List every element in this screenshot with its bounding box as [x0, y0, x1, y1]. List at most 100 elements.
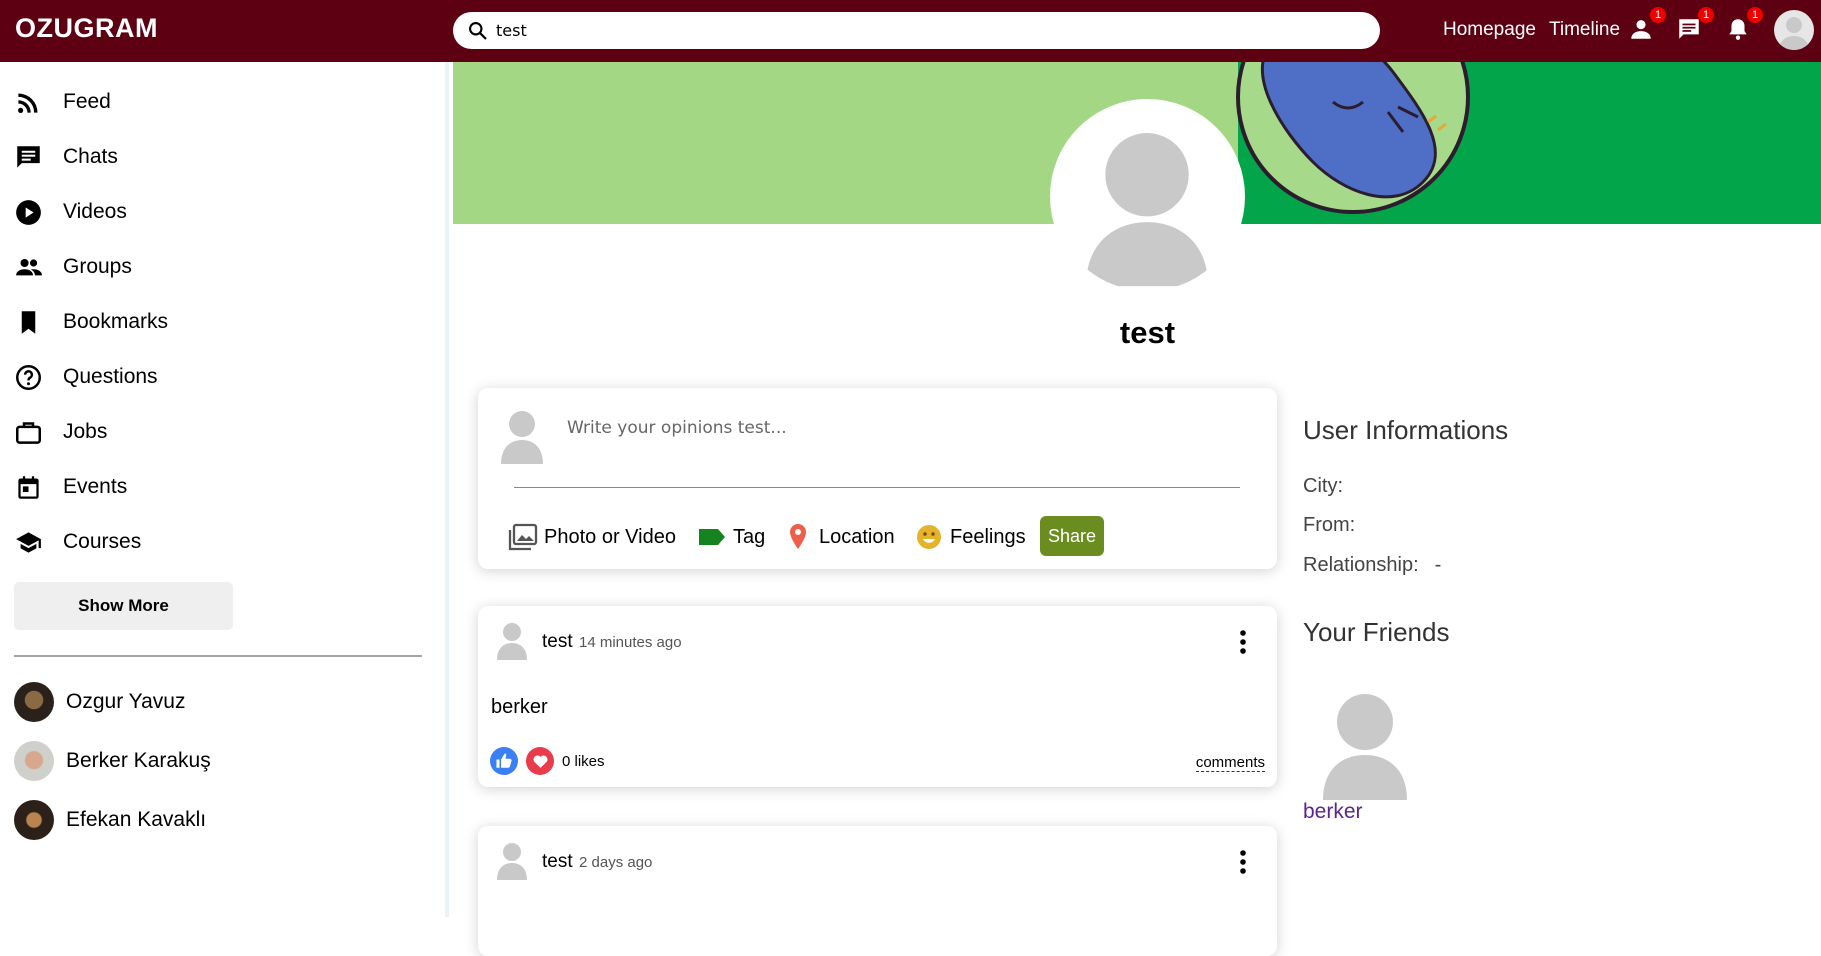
- friend-name: Berker Karakuş: [66, 749, 211, 772]
- comments-link[interactable]: comments: [1195, 754, 1265, 772]
- smiley-icon: [917, 525, 941, 549]
- chat-icon: [1679, 19, 1699, 39]
- friend-name: Efekan Kavaklı: [66, 808, 207, 831]
- relationship-label: Relationship:: [1303, 554, 1419, 576]
- bell-icon: [1729, 19, 1747, 40]
- like-button[interactable]: [490, 747, 518, 775]
- from-label: From:: [1303, 514, 1356, 536]
- sidebar-item-events[interactable]: Events: [14, 472, 127, 502]
- bookmark-icon: [14, 308, 42, 336]
- group-icon: [14, 253, 42, 281]
- app-logo[interactable]: OZUGRAM: [15, 13, 158, 44]
- post-card: test 14 minutes ago berker 0 likes comme…: [478, 606, 1277, 787]
- friend-requests-badge: 1: [1650, 7, 1666, 23]
- messages-badge: 1: [1698, 7, 1714, 23]
- sidebar-item-groups[interactable]: Groups: [14, 252, 132, 282]
- share-button[interactable]: Share: [1040, 516, 1104, 556]
- sidebar-item-jobs[interactable]: Jobs: [14, 417, 107, 447]
- search-input[interactable]: [496, 21, 1356, 40]
- feelings-option[interactable]: Feelings: [914, 522, 1026, 552]
- post-avatar: [497, 843, 527, 880]
- sidebar-item-courses[interactable]: Courses: [14, 527, 141, 557]
- user-info-title: User Informations: [1303, 415, 1509, 445]
- photo-library-icon: [508, 523, 538, 551]
- school-icon: [14, 528, 42, 556]
- profile-picture[interactable]: [1050, 99, 1245, 294]
- friend-picture[interactable]: [1321, 690, 1409, 800]
- tag-icon: [699, 529, 725, 545]
- profile-name: test: [1119, 315, 1176, 350]
- city-label: City:: [1303, 475, 1343, 497]
- sidebar-friend[interactable]: Ozgur Yavuz: [14, 682, 185, 722]
- top-links: Homepage Timeline: [1443, 19, 1620, 41]
- heart-icon: [533, 755, 547, 768]
- info-city: City:: [1303, 475, 1359, 498]
- chat-icon: [14, 143, 42, 171]
- sidebar-item-label: Bookmarks: [63, 310, 169, 333]
- sidebar-item-label: Chats: [63, 145, 118, 168]
- sidebar-item-videos[interactable]: Videos: [14, 197, 127, 227]
- sidebar-item-chats[interactable]: Chats: [14, 142, 118, 172]
- left-sidebar: Feed Chats Videos Groups Bookmarks Quest…: [0, 62, 449, 917]
- post-timestamp: 14 minutes ago: [579, 634, 682, 651]
- post-body: berker: [491, 696, 548, 718]
- post-composer: Photo or Video Tag Location Feelings Sha…: [478, 388, 1277, 569]
- sidebar-item-label: Feed: [63, 90, 111, 113]
- user-avatar[interactable]: [1774, 10, 1814, 50]
- post-avatar: [497, 623, 527, 660]
- info-relationship: Relationship: -: [1303, 554, 1441, 577]
- composer-divider: [514, 487, 1240, 488]
- avatar: [14, 741, 54, 781]
- likes-count: 0 likes: [562, 753, 605, 770]
- calendar-icon: [14, 473, 42, 501]
- sidebar-friend[interactable]: Berker Karakuş: [14, 741, 211, 781]
- relationship-value: -: [1434, 554, 1442, 576]
- rss-icon: [14, 88, 42, 116]
- composer-avatar: [501, 411, 543, 464]
- sidebar-divider: [14, 655, 422, 657]
- play-icon: [14, 198, 42, 226]
- sidebar-friend[interactable]: Efekan Kavaklı: [14, 800, 206, 840]
- globe-illustration-icon: [1236, 62, 1470, 214]
- photo-video-option[interactable]: Photo or Video: [508, 522, 676, 552]
- location-pin-icon: [790, 524, 806, 549]
- sidebar-item-label: Videos: [63, 200, 127, 223]
- location-label: Location: [819, 525, 895, 548]
- sidebar-item-label: Questions: [63, 365, 158, 388]
- sidebar-item-bookmarks[interactable]: Bookmarks: [14, 307, 168, 337]
- friend-name: Ozgur Yavuz: [66, 690, 186, 713]
- post-username[interactable]: test: [542, 631, 573, 653]
- notifications-button[interactable]: 1: [1725, 7, 1763, 44]
- post-timestamp: 2 days ago: [579, 854, 653, 871]
- more-vert-icon[interactable]: [1231, 628, 1255, 656]
- sidebar-item-label: Courses: [63, 530, 142, 553]
- search-icon: [469, 22, 487, 40]
- your-friends-title: Your Friends: [1303, 617, 1450, 647]
- person-icon: [1631, 20, 1651, 39]
- friend-link[interactable]: berker: [1303, 800, 1363, 824]
- photo-video-label: Photo or Video: [544, 525, 676, 548]
- composer-input[interactable]: [567, 418, 1247, 438]
- feelings-label: Feelings: [950, 525, 1026, 548]
- notifications-badge: 1: [1747, 7, 1763, 23]
- post-username[interactable]: test: [542, 851, 573, 873]
- sidebar-item-label: Jobs: [63, 420, 108, 443]
- top-bar: OZUGRAM Homepage Timeline 1 1 1: [0, 0, 1821, 62]
- tag-option[interactable]: Tag: [697, 522, 765, 552]
- homepage-link[interactable]: Homepage: [1443, 19, 1536, 41]
- sidebar-item-questions[interactable]: Questions: [14, 362, 158, 392]
- show-more-button[interactable]: Show More: [14, 582, 233, 630]
- love-button[interactable]: [526, 747, 554, 775]
- thumbs-up-icon: [496, 753, 512, 768]
- briefcase-icon: [14, 418, 42, 446]
- search-bar[interactable]: [453, 12, 1380, 49]
- messages-button[interactable]: 1: [1676, 7, 1714, 44]
- sidebar-item-label: Groups: [63, 255, 132, 278]
- location-option[interactable]: Location: [783, 522, 895, 552]
- friend-requests-button[interactable]: 1: [1628, 7, 1666, 44]
- timeline-link[interactable]: Timeline: [1549, 19, 1620, 41]
- tag-label: Tag: [733, 525, 766, 548]
- avatar: [14, 682, 54, 722]
- more-vert-icon[interactable]: [1231, 848, 1255, 876]
- sidebar-item-feed[interactable]: Feed: [14, 87, 111, 117]
